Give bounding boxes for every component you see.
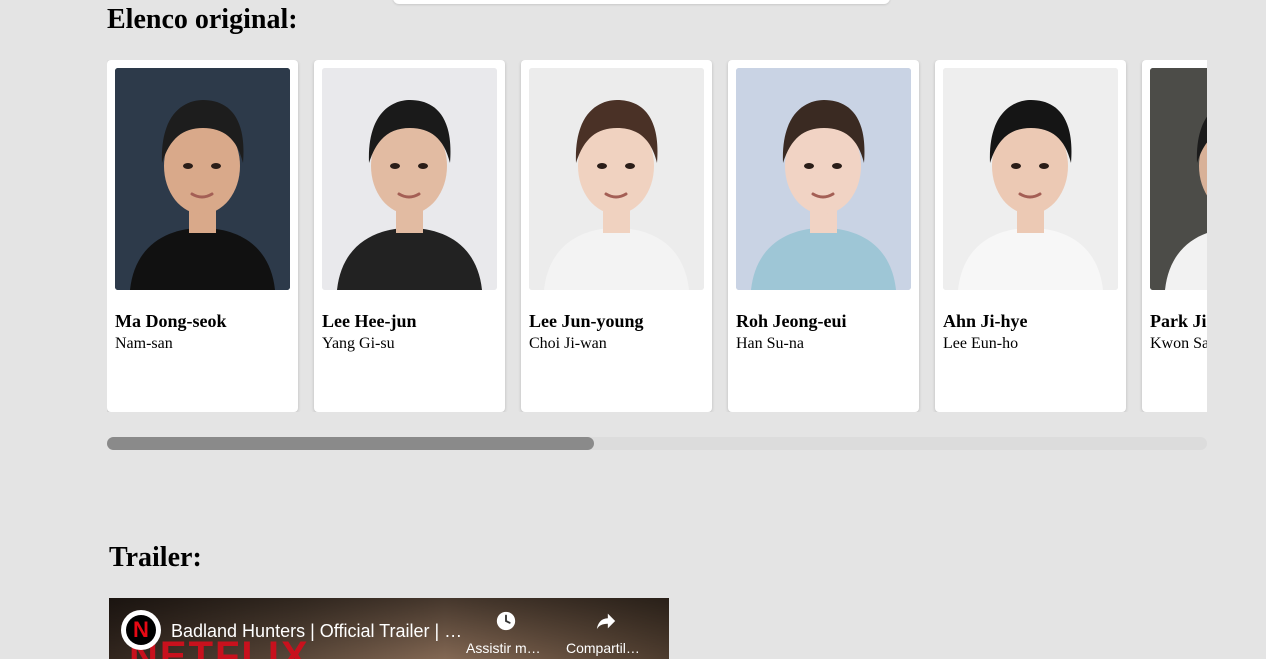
watch-later-label: Assistir mais tarde [466, 640, 546, 656]
actor-name: Lee Jun-young [529, 311, 644, 331]
trailer-video-player[interactable]: NETFLIX N Badland Hunters | Official Tra… [109, 598, 669, 659]
share-arrow-icon [566, 610, 646, 634]
clock-icon [466, 610, 546, 634]
cast-section-title: Elenco original: [107, 4, 298, 35]
character-name: Han Su-na [736, 335, 804, 352]
channel-avatar[interactable]: N [121, 610, 161, 650]
dropdown-panel-edge [393, 0, 890, 4]
character-name: Lee Eun-ho [943, 335, 1019, 352]
cast-carousel[interactable]: Ma Dong-seok Nam-san Lee Hee-jun Yang Gi-su… [107, 60, 1207, 412]
actor-photo [943, 68, 1118, 290]
cast-card[interactable]: Ahn Ji-hye Lee Eun-ho [935, 60, 1126, 412]
character-name: Yang Gi-su [322, 335, 395, 352]
actor-name: Roh Jeong-eui [736, 311, 847, 331]
character-name: Nam-san [115, 335, 173, 352]
netflix-logo-icon: N [126, 615, 156, 645]
actor-photo [322, 68, 497, 290]
character-name: Choi Ji-wan [529, 335, 607, 352]
video-title-link[interactable]: Badland Hunters | Official Trailer | Net… [171, 620, 471, 642]
cast-card[interactable]: Roh Jeong-eui Han Su-na [728, 60, 919, 412]
scrollbar-thumb[interactable] [107, 437, 595, 450]
cast-card[interactable]: Lee Hee-jun Yang Gi-su [314, 60, 505, 412]
cast-track: Ma Dong-seok Nam-san Lee Hee-jun Yang Gi-su… [107, 60, 1207, 412]
cast-card[interactable]: Park Ji-hwan Kwon Sang-gu [1142, 60, 1207, 412]
actor-photo [736, 68, 911, 290]
trailer-section-title: Trailer: [109, 542, 202, 573]
cast-card[interactable]: Ma Dong-seok Nam-san [107, 60, 298, 412]
share-label: Compartilhar [566, 640, 646, 656]
actor-photo [1150, 68, 1207, 290]
actor-photo [529, 68, 704, 290]
actor-name: Park Ji-hwan [1150, 311, 1207, 331]
actor-name: Ma Dong-seok [115, 311, 227, 331]
character-name: Kwon Sang-gu [1150, 335, 1207, 352]
cast-card[interactable]: Lee Jun-young Choi Ji-wan [521, 60, 712, 412]
actor-name: Lee Hee-jun [322, 311, 417, 331]
actor-photo [115, 68, 290, 290]
carousel-scrollbar[interactable] [107, 437, 1207, 450]
actor-name: Ahn Ji-hye [943, 311, 1028, 331]
watch-later-button[interactable]: Assistir mais tarde [466, 610, 546, 656]
share-button[interactable]: Compartilhar [566, 610, 646, 656]
